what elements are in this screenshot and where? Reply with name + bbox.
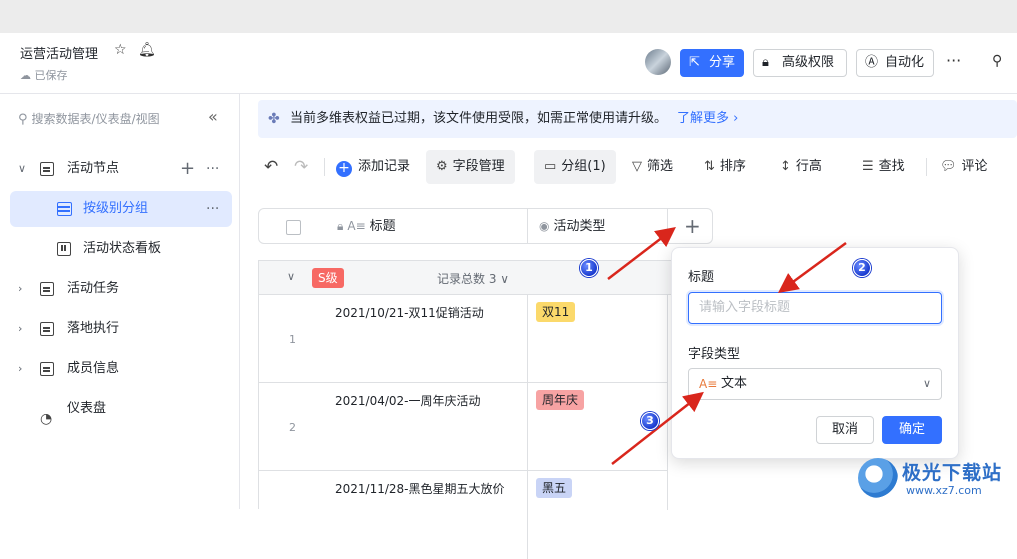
arrow-3: [611, 391, 704, 465]
step-marker-3: 3: [641, 412, 659, 430]
annotation-arrows: [607, 226, 847, 465]
watermark-name: 极光下载站: [902, 462, 1003, 484]
arrow-1: [607, 226, 676, 280]
watermark: 极光下载站 www.xz7.com: [858, 456, 1013, 506]
step-marker-2: 2: [853, 259, 871, 277]
watermark-logo-icon: [858, 458, 898, 498]
arrow-2: [777, 241, 847, 293]
watermark-url: www.xz7.com: [906, 484, 982, 497]
step-marker-1: 1: [580, 259, 598, 277]
